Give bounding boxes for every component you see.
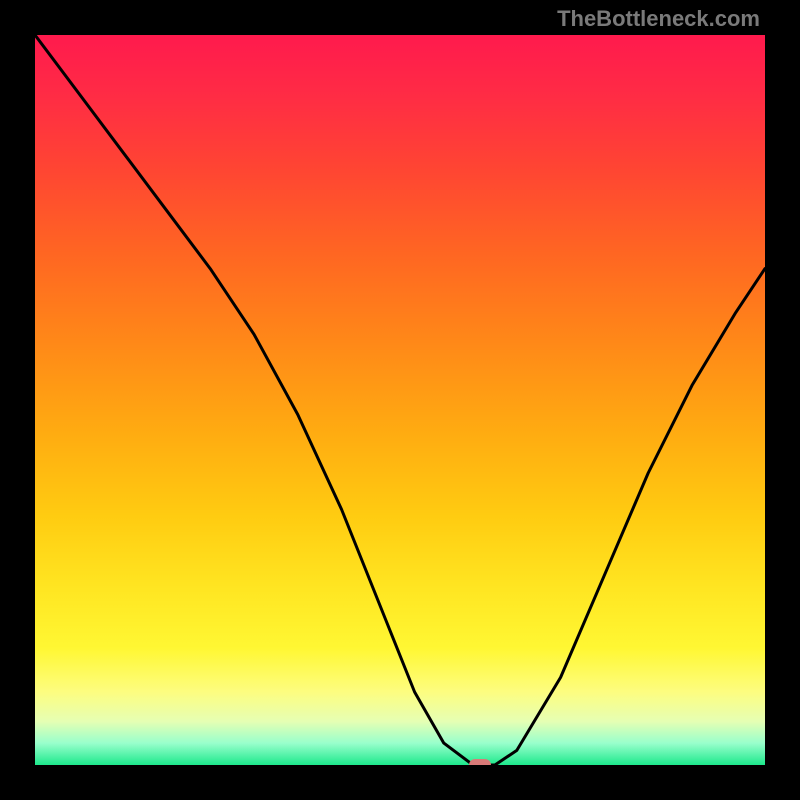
optimal-point-marker (469, 759, 491, 765)
plot-area (35, 35, 765, 765)
chart-frame: TheBottleneck.com (0, 0, 800, 800)
bottleneck-curve (35, 35, 765, 765)
watermark-text: TheBottleneck.com (557, 6, 760, 32)
